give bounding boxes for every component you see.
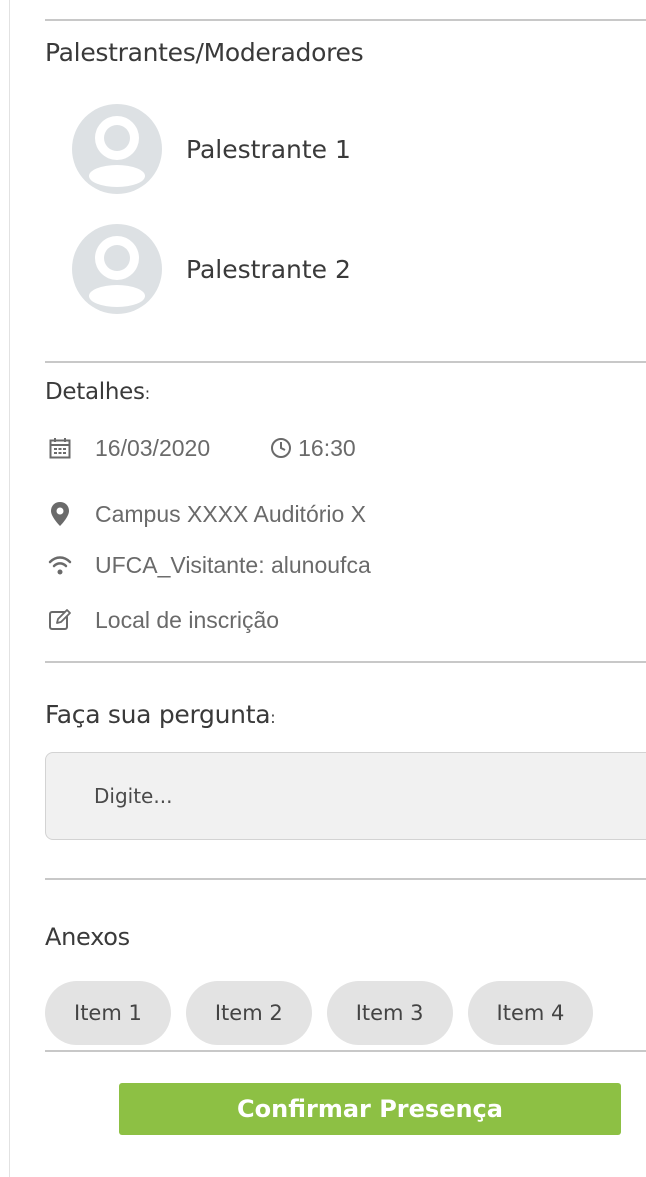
attachment-chip[interactable]: Item 2 xyxy=(185,981,312,1045)
speaker-item[interactable]: Palestrante 2 xyxy=(72,224,351,314)
confirm-attendance-button[interactable]: Confirmar Presença xyxy=(119,1083,621,1135)
speaker-name: Palestrante 1 xyxy=(186,134,351,164)
attachments-list: Item 1 Item 2 Item 3 Item 4 xyxy=(45,981,594,1045)
location-row: Campus XXXX Auditório X xyxy=(47,497,366,531)
clock-icon xyxy=(268,435,294,461)
divider xyxy=(45,19,646,21)
wifi-row: UFCA_Visitante: alunoufca xyxy=(47,548,371,582)
attachments-heading: Anexos xyxy=(45,923,130,951)
left-border xyxy=(9,0,10,1177)
speakers-heading: Palestrantes/Moderadores xyxy=(45,38,364,67)
attachment-chip[interactable]: Item 3 xyxy=(326,981,453,1045)
question-input[interactable] xyxy=(45,752,646,840)
avatar xyxy=(72,224,162,314)
divider xyxy=(45,661,646,663)
time-group: 16:30 xyxy=(268,435,356,462)
event-time: 16:30 xyxy=(298,434,356,461)
attachment-chip[interactable]: Item 4 xyxy=(467,981,594,1045)
event-detail-panel: Palestrantes/Moderadores Palestrante 1 P… xyxy=(0,0,646,1177)
edit-icon xyxy=(47,607,73,633)
divider xyxy=(45,1050,646,1052)
speaker-item[interactable]: Palestrante 1 xyxy=(72,104,351,194)
date-time-row: 16/03/2020 16:30 xyxy=(47,431,356,465)
divider xyxy=(45,878,646,880)
wifi-credentials: UFCA_Visitante: alunoufca xyxy=(95,551,371,578)
speaker-name: Palestrante 2 xyxy=(186,254,351,284)
divider xyxy=(45,361,646,363)
event-location: Campus XXXX Auditório X xyxy=(95,500,367,527)
map-pin-icon xyxy=(47,501,73,527)
registration-row[interactable]: Local de inscrição xyxy=(47,603,279,637)
calendar-icon xyxy=(47,435,73,461)
question-heading: Faça sua pergunta: xyxy=(45,700,276,729)
wifi-icon xyxy=(47,552,73,578)
registration-link[interactable]: Local de inscrição xyxy=(95,607,279,634)
event-date: 16/03/2020 xyxy=(95,434,211,461)
details-heading: Detalhes: xyxy=(45,379,150,405)
attachment-chip[interactable]: Item 1 xyxy=(45,981,171,1045)
avatar xyxy=(72,104,162,194)
